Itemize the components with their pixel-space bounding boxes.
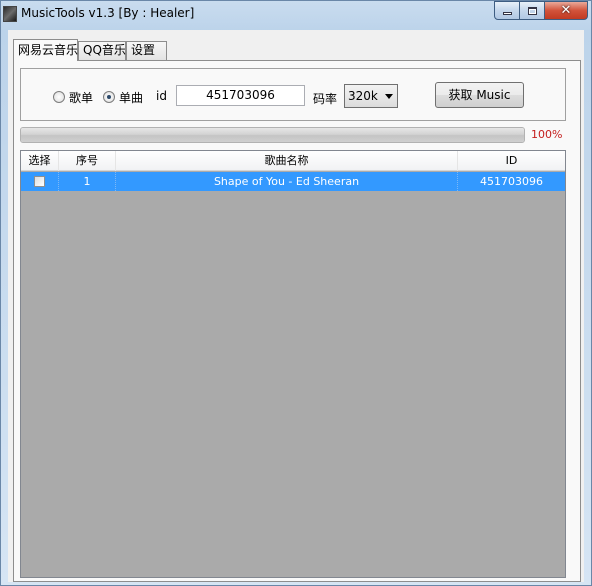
list-header: 选择 序号 歌曲名称 ID	[21, 151, 565, 171]
column-header-id[interactable]: ID	[458, 151, 565, 171]
song-list[interactable]: 选择 序号 歌曲名称 ID 1 Shape of You - Ed Sheera…	[20, 150, 566, 578]
minimize-button[interactable]	[494, 1, 520, 20]
column-header-select[interactable]: 选择	[21, 151, 59, 171]
radio-single[interactable]	[103, 91, 115, 103]
minimize-icon	[502, 12, 512, 15]
progress-percent: 100%	[531, 128, 563, 141]
row-song-id: 451703096	[480, 175, 543, 188]
column-header-index[interactable]: 序号	[59, 151, 116, 171]
dropdown-arrow-icon	[385, 94, 393, 99]
column-header-song-name[interactable]: 歌曲名称	[116, 151, 458, 171]
close-icon: ✕	[560, 3, 572, 18]
window-title: MusicTools v1.3 [By : Healer]	[21, 6, 195, 20]
row-checkbox[interactable]	[34, 176, 45, 187]
app-window: MusicTools v1.3 [By : Healer] ✕ 网易云音乐 QQ…	[0, 0, 592, 586]
tab-qq-music[interactable]: QQ音乐	[78, 41, 126, 60]
radio-single-label[interactable]: 单曲	[119, 89, 143, 106]
bitrate-label: 码率	[313, 92, 338, 106]
maximize-icon	[527, 6, 537, 15]
fetch-music-button[interactable]: 获取 Music	[435, 82, 524, 108]
radio-playlist[interactable]	[53, 91, 65, 103]
table-row[interactable]: 1 Shape of You - Ed Sheeran 451703096	[21, 172, 565, 191]
tab-settings[interactable]: 设置	[126, 41, 167, 60]
tab-netease-music[interactable]: 网易云音乐	[13, 39, 78, 61]
radio-playlist-label[interactable]: 歌单	[69, 89, 93, 106]
row-select-cell	[21, 172, 59, 191]
progress-bar	[20, 127, 525, 143]
title-bar[interactable]: MusicTools v1.3 [By : Healer] ✕	[1, 1, 591, 29]
row-index: 1	[59, 172, 116, 191]
app-icon	[3, 6, 17, 22]
bitrate-select[interactable]: 320k	[344, 84, 398, 108]
query-group: 歌单 单曲 id 451703096 码率 320k 获取 Music	[20, 68, 566, 121]
maximize-button[interactable]	[519, 1, 545, 20]
id-label: id	[156, 89, 167, 103]
id-input[interactable]: 451703096	[176, 85, 305, 106]
row-song-name: Shape of You - Ed Sheeran	[116, 172, 458, 191]
tab-panel: 歌单 单曲 id 451703096 码率 320k 获取 Music 100%…	[13, 60, 581, 582]
bitrate-value: 320k	[348, 89, 378, 103]
close-button[interactable]: ✕	[544, 1, 588, 20]
progress-fill	[21, 128, 524, 142]
client-area: 网易云音乐 QQ音乐 设置 歌单 单曲 id 451703096 码率 320k…	[8, 30, 584, 582]
